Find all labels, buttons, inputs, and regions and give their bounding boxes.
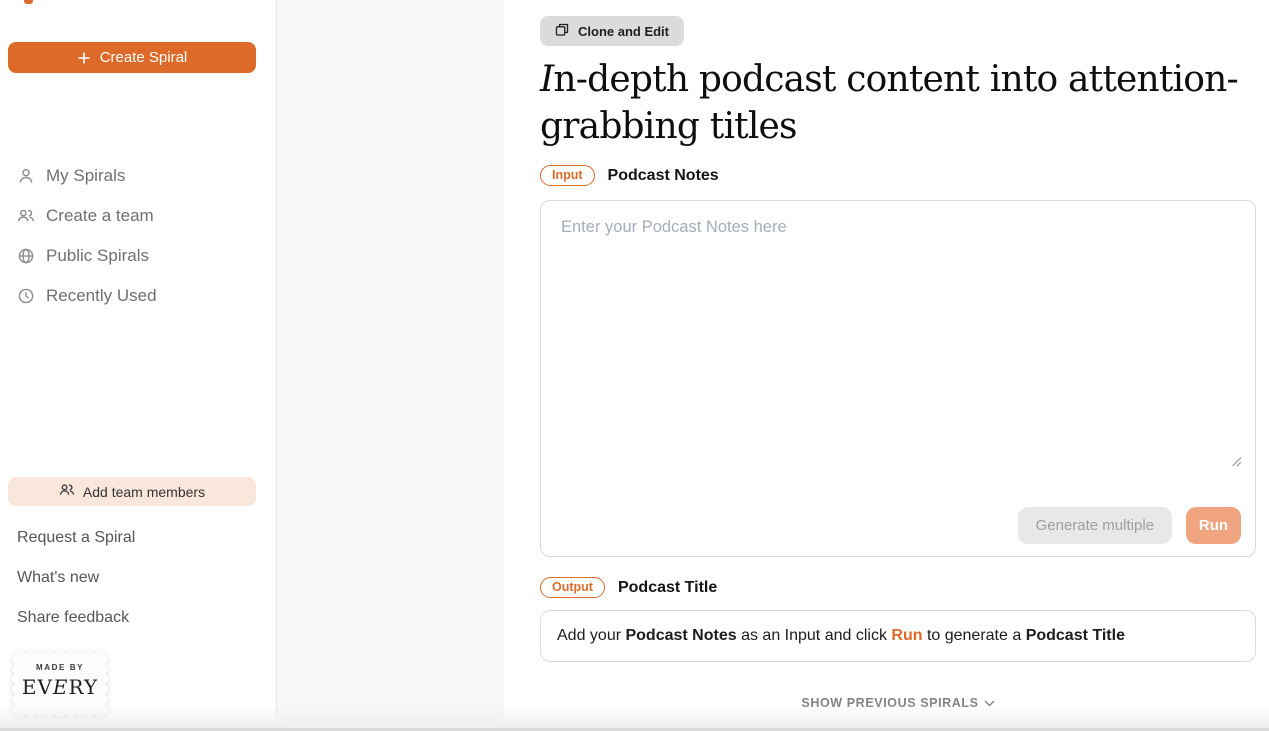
sidebar-item-create-team[interactable]: Create a team — [0, 196, 276, 236]
sidebar-item-recently-used[interactable]: Recently Used — [0, 276, 276, 316]
globe-icon — [17, 247, 35, 265]
title-line2: grabbing titles — [540, 106, 797, 147]
footer-link-label: Share feedback — [17, 609, 129, 627]
sidebar-nav: My Spirals Create a team Public Spirals … — [0, 156, 276, 316]
resize-handle[interactable] — [1231, 454, 1242, 472]
chevron-down-icon — [984, 696, 995, 710]
output-badge: Output — [540, 577, 605, 598]
spiral-logo-fragment — [24, 0, 33, 4]
podcast-notes-input-container: Generate multiple Run — [540, 200, 1256, 557]
sidebar-item-label: My Spirals — [46, 166, 125, 186]
sidebar: Create Spiral My Spirals Create a team P… — [0, 0, 277, 731]
output-placeholder-message: Add your Podcast Notes as an Input and c… — [557, 627, 1125, 645]
clone-icon — [555, 23, 569, 40]
add-team-members-label: Add team members — [83, 484, 205, 500]
footer-link-label: Request a Spiral — [17, 529, 135, 547]
clone-and-edit-label: Clone and Edit — [578, 24, 669, 39]
run-button[interactable]: Run — [1186, 507, 1241, 544]
podcast-title-output-box: Add your Podcast Notes as an Input and c… — [540, 610, 1256, 662]
main-content: Clone and Edit In-depth podcast content … — [504, 0, 1269, 731]
page-title: In-depth podcast content into attention-… — [540, 56, 1260, 150]
output-header-row: Output Podcast Title — [540, 577, 717, 598]
show-previous-label: SHOW PREVIOUS SPIRALS — [801, 696, 978, 710]
whats-new-link[interactable]: What's new — [0, 558, 276, 598]
input-badge: Input — [540, 165, 595, 186]
users-icon — [59, 482, 75, 501]
stamp-brand-text: EVERY — [10, 675, 110, 699]
podcast-notes-textarea[interactable] — [543, 203, 1233, 493]
generate-multiple-button[interactable]: Generate multiple — [1018, 507, 1172, 544]
users-icon — [17, 207, 35, 225]
add-team-members-button[interactable]: Add team members — [8, 477, 256, 506]
stamp-made-by-text: MADE BY — [10, 663, 110, 672]
sidebar-item-label: Recently Used — [46, 286, 157, 306]
sidebar-footer-links: Request a Spiral What's new Share feedba… — [0, 518, 276, 638]
made-by-every-badge[interactable]: MADE BY EVERY — [10, 645, 110, 722]
clone-and-edit-button[interactable]: Clone and Edit — [540, 16, 684, 46]
create-spiral-label: Create Spiral — [100, 49, 188, 66]
sidebar-item-my-spirals[interactable]: My Spirals — [0, 156, 276, 196]
sidebar-item-label: Public Spirals — [46, 246, 149, 266]
share-feedback-link[interactable]: Share feedback — [0, 598, 276, 638]
footer-link-label: What's new — [17, 569, 99, 587]
input-header-row: Input Podcast Notes — [540, 165, 719, 186]
user-icon — [17, 167, 35, 185]
title-line1: n-depth podcast content into attention- — [553, 59, 1237, 100]
plus-icon — [77, 51, 91, 65]
request-a-spiral-link[interactable]: Request a Spiral — [0, 518, 276, 558]
clock-icon — [17, 287, 35, 305]
secondary-panel — [277, 0, 504, 722]
input-actions: Generate multiple Run — [1018, 507, 1241, 544]
sidebar-item-public-spirals[interactable]: Public Spirals — [0, 236, 276, 276]
sidebar-item-label: Create a team — [46, 206, 154, 226]
create-spiral-button[interactable]: Create Spiral — [8, 42, 256, 73]
show-previous-spirals-button[interactable]: SHOW PREVIOUS SPIRALS — [540, 690, 1256, 716]
input-label: Podcast Notes — [608, 167, 719, 185]
title-lead-letter: I — [540, 59, 553, 100]
output-label: Podcast Title — [618, 579, 717, 597]
